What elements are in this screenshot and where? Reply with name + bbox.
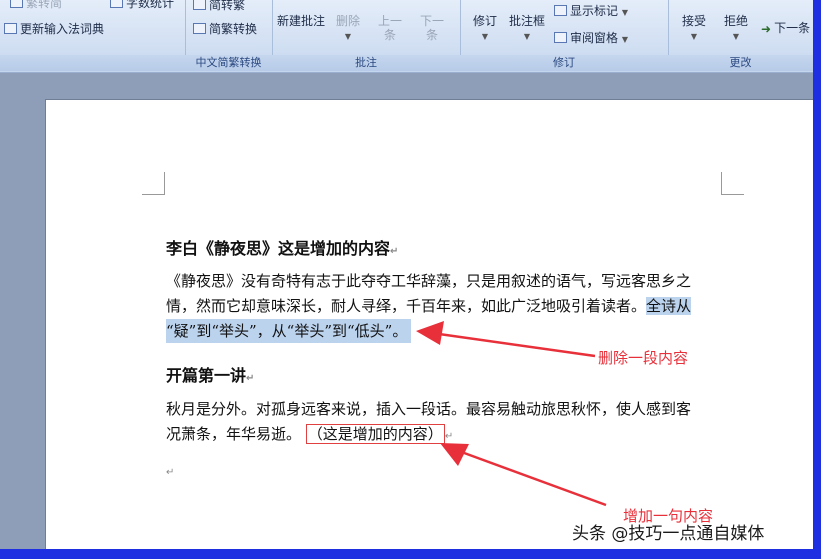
annotation-arrows (416, 321, 607, 507)
delete-arrow-head (416, 321, 444, 345)
watermark: 头条 @技巧一点通自媒体 (572, 524, 765, 544)
app-window: 繁转简 字数统计 更新输入法词典 简转繁 简繁转换 中文简繁转换 新建批注 删除… (0, 0, 813, 549)
annotation-deleted-label: 删除一段内容 (598, 349, 689, 367)
add-arrow-line (455, 448, 607, 507)
delete-arrow-line (431, 331, 596, 358)
